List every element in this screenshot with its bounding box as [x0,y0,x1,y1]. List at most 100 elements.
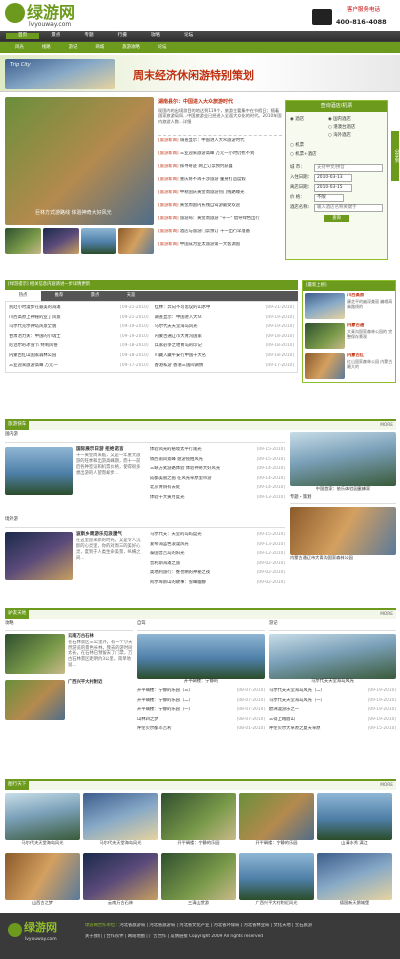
item-title[interactable]: 开平碉楼：宁静的乐园（一） [137,707,193,717]
item-title[interactable]: 川西高原上神秘的亚丁风景 [9,315,61,325]
nav-item[interactable]: 首页 [6,32,40,40]
nav-sub-item[interactable]: 商城 [86,45,113,51]
footer-links[interactable]: 河北省旅游局 | 河北省旅游局 | 河北省文化产业 | 河北省环保局 | 河北省… [119,923,312,928]
nav-item[interactable]: 行摄 [106,33,139,39]
item-title[interactable]: 北京青铜有去处 [150,485,180,495]
list-item[interactable]: 泰国普吉岛的阳光 [09-12-2010] [150,551,285,561]
news-item[interactable]: [旅游新闻] 黄金周国内长线自驾游最受欢迎 [158,203,282,216]
share-tab[interactable]: 分享到 [391,131,399,181]
item-title[interactable]: 体验风光的秘境太平行观光 [150,447,202,457]
gallery-image[interactable] [161,853,236,900]
list-item[interactable]: 三峡方式游路体验 体验神奇大好风光 [09-14-2010] [150,466,285,476]
item-title[interactable]: 开平碉楼：宁静的乐园（二） [137,698,193,708]
guide-col-label[interactable]: 自驾 [137,621,146,626]
item-title[interactable]: 成都美丽之画 在风光草原里带游 [150,476,212,486]
thumb[interactable] [5,228,41,254]
item-title[interactable]: 三峡方式游路体验 体验神奇大好风光 [150,466,220,476]
gallery-image[interactable] [239,853,314,900]
list-item[interactable]: 普利斯海滩之旅 [09-02-2010] [150,561,285,571]
list-item[interactable]: 体验风光的秘境太平行观光 [09-15-2010] [150,447,285,457]
list-item[interactable]: 佩西南风景峰 盘游揽拍风光 [09-15-2010] [150,457,285,467]
footer-nav[interactable]: 关于我们 | 合作伙伴 | 网站地图 | 广告合作 | 友情链接 [85,934,188,939]
guide-col-label[interactable]: 攻略 [5,621,14,626]
item-title[interactable]: 欧洲漫游乐之一 [269,707,299,717]
thumb[interactable] [42,228,79,254]
nav-item[interactable]: 专题 [72,33,105,39]
city-field[interactable]: 支持中文/拼音 [314,164,383,172]
list-item[interactable]: 开平碉楼：宁静的乐园（一） [08-07-2010] [137,707,265,717]
news-item[interactable]: [旅游新闻] 旅游局：黄金周旅游 "十一" 倡导绿色出行 [158,216,282,229]
gallery-image[interactable] [317,793,392,840]
item-title[interactable]: 调查显示：中国进入大众 [155,315,202,325]
nav-sub-item[interactable]: 风光 [6,45,33,51]
item-title[interactable]: 马尔代夫天堂海岛风光（二） [269,688,325,698]
list-item[interactable]: 尼泊尔的冰雪节 特制风俗 [09-18-2010] [9,343,149,353]
item-title[interactable]: 佩西南风景峰 盘游揽拍风光 [150,457,203,467]
news-title[interactable]: 旅游局：黄金周旅游 "十一" 倡导绿色出行 [179,216,260,221]
search-button[interactable]: 查询 [324,215,349,222]
guide-image[interactable] [5,634,65,674]
gallery-item[interactable]: 德国新天鹅城堡 [317,853,392,911]
item-title[interactable]: 香港私游 香港三国间调情 [155,363,204,373]
guide-feature-2[interactable]: 广西兴平大村附近 [68,680,133,720]
item-title[interactable]: 甘肃冶力关：中国的小瑞士 [9,334,61,344]
news-title[interactable]: 三亚迎来旅游高峰 万元一小时仍抢不到 [179,151,254,156]
nav-item[interactable]: 景点 [39,33,72,39]
news-item[interactable]: [旅游新闻] 中秋国庆黄金周旅游热门线路曝光 [158,190,282,203]
gallery-item[interactable]: 山西古之梦 [5,853,80,911]
nav-sub-item[interactable]: 论坛 [149,45,176,51]
gallery-item[interactable]: 开平碉楼：宁静的乐园 [239,793,314,851]
list-item[interactable]: 马尔代夫天堂海岛风光 [09-19-2010] [155,324,295,334]
news-title[interactable]: 调查显示：中国进入大众旅游时代 [179,138,244,143]
thumb[interactable] [118,228,154,254]
guide-photo[interactable] [137,634,265,679]
news-item[interactable]: [旅游新闻] 调查显示：中国进入大众旅游时代 [158,138,282,151]
list-item[interactable]: 桂林：奔向不可思议的山水中 [09-21-2010] [155,305,295,315]
rank-item[interactable]: 内蒙古通 大青沟国家森林公园的 完整保存景观 [303,321,395,351]
item-title[interactable]: 开平碉楼：宁静的乐园（三） [137,688,193,698]
item-title[interactable]: 体验十大黄月度光 [150,495,184,505]
news-title[interactable]: 中国成为亚太旅游第一大客源国 [179,242,240,247]
nav-sub-item[interactable]: 线路 [33,45,60,51]
abroad-image[interactable] [5,532,73,580]
list-item[interactable]: 开平碉楼：宁静的乐园（三） [08-07-2010] [137,688,265,698]
list-item[interactable]: 呼伦贝尔大草原之夏天草原 [09-15-2010] [269,726,396,736]
gallery-item[interactable]: 马尔代夫天堂海岛风光 [5,793,80,851]
mid-tab[interactable]: 推荐 [41,291,77,301]
checkout-field[interactable]: 2010-03-15 [314,184,352,192]
list-item[interactable]: 欧洲漫游乐之一 [09-19-2010] [269,707,396,717]
item-title[interactable]: 爱琴海蓝色浪漫风光 [150,542,189,552]
trip-photo[interactable] [290,432,396,486]
rank-image[interactable] [305,323,345,349]
news-title[interactable]: 黄金周国内长线自驾游最受欢迎 [179,203,240,208]
list-item[interactable]: 川藏入藏平安行中国十大名 [09-18-2010] [155,353,295,363]
gallery-image[interactable] [5,793,80,840]
list-item[interactable]: 调查显示：中国进入大众 [09-19-2010] [155,315,295,325]
item-title[interactable]: 乌尔代克尔钟塔风景全貌 [9,324,56,334]
list-item[interactable]: 别赴小时漫步在最美的海滩 [09-21-2010] [9,305,149,315]
banner[interactable]: Trip City 周末经济休闲游特别策划 [0,55,400,92]
nav-item[interactable]: 攻略 [139,33,172,39]
item-title[interactable]: 山林四之梦 [137,717,158,727]
news-item[interactable]: [旅游新闻] 酒店与旅游门票预订 十一出行早准备 [158,229,282,242]
rank-item[interactable]: 川西高原 康芝平的幽深美丽 巍峨高耸路线的 [303,291,395,321]
rank-image[interactable] [305,353,345,379]
gallery-item[interactable]: 开平碉楼：宁静的乐园 [161,793,236,851]
gallery-image[interactable] [5,853,80,900]
list-item[interactable]: 川西高原上神秘的亚丁风景 [09-21-2010] [9,315,149,325]
nav-item[interactable]: 论坛 [172,33,205,39]
gallery-more[interactable]: MORE [380,783,393,789]
thumb[interactable] [80,228,117,254]
list-item[interactable]: 内蒙古通辽市大青沟国家 [09-18-2010] [155,334,295,344]
item-title[interactable]: 泰国普吉岛的阳光 [150,551,184,561]
gallery-image[interactable] [83,793,158,840]
list-item[interactable]: 山林四之梦 [08-07-2010] [137,717,265,727]
item-title[interactable]: 桂林：奔向不可思议的山水中 [155,305,211,315]
mid-tab[interactable]: 天涯 [113,291,149,301]
list-item[interactable]: 甘肃冶力关：中国的小瑞士 [09-19-2010] [9,334,149,344]
item-title[interactable]: 呼伦贝尔大草原之夏天草原 [269,726,321,736]
item-title[interactable]: 三亚迎来旅游高峰 万元一 [9,363,58,373]
list-item[interactable]: 开平碉楼：宁静的乐园（二） [08-07-2010] [137,698,265,708]
item-title[interactable]: 奥地利旅行：维也纳的神秘之夜 [150,570,210,580]
trip-photo[interactable] [290,507,396,555]
